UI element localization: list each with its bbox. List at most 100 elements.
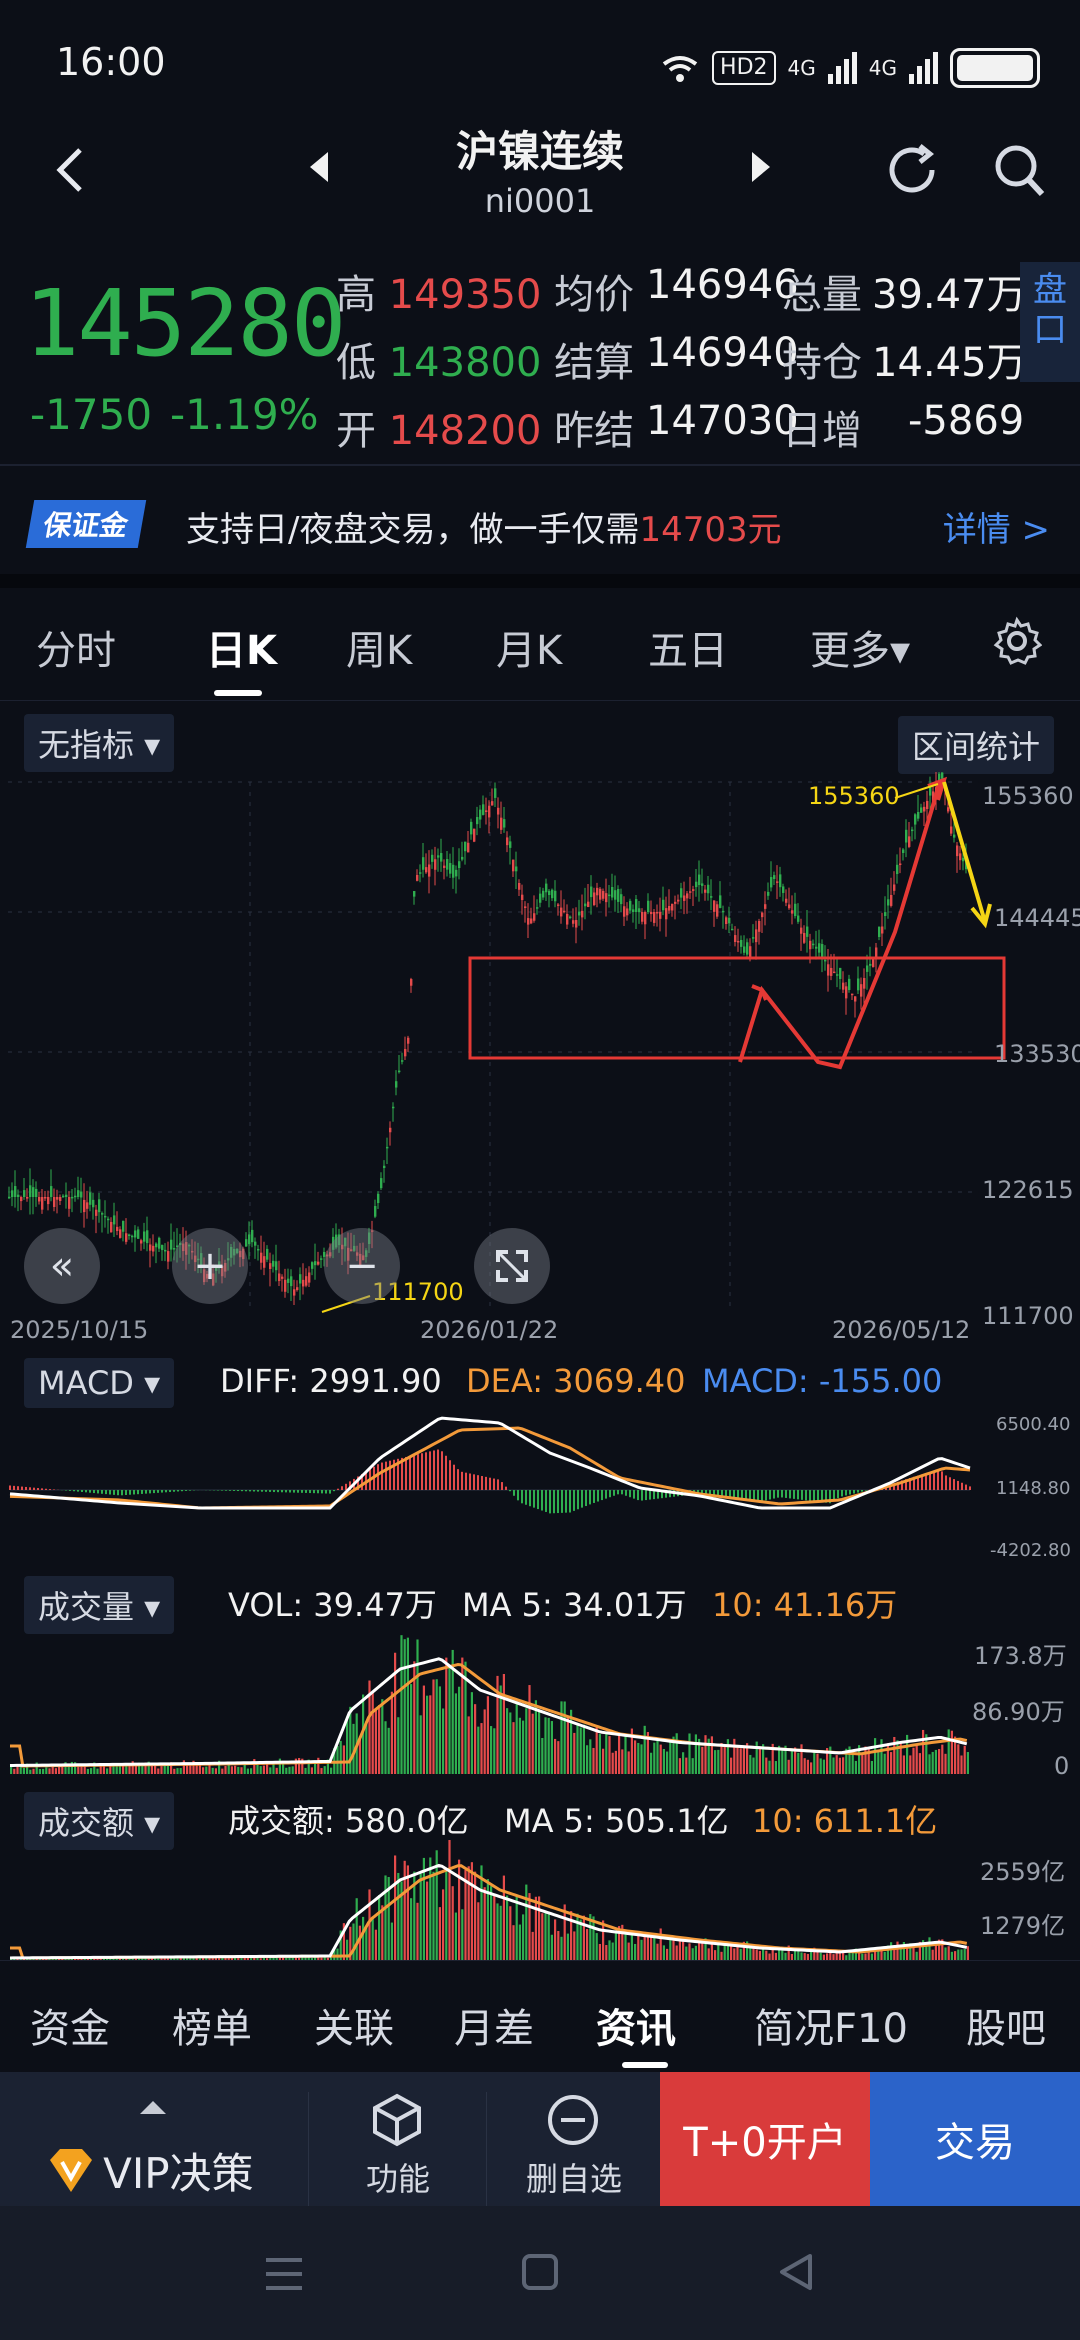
banner-detail-link[interactable]: 详情 > xyxy=(943,502,1050,551)
volume-bar xyxy=(701,1746,704,1774)
tab-daily-k[interactable]: 日K xyxy=(206,618,277,676)
candle-body xyxy=(788,904,791,909)
candle-body xyxy=(437,855,440,858)
volume-bar xyxy=(509,1712,512,1774)
value-high: 149350 xyxy=(388,272,542,318)
tab-news[interactable]: 资讯 xyxy=(596,1996,676,2054)
amount-bar xyxy=(352,1923,355,1960)
candle-body xyxy=(404,1049,407,1057)
tab-five-day[interactable]: 五日 xyxy=(648,618,728,676)
volume-bar xyxy=(32,1768,35,1774)
volume-bar xyxy=(45,1767,48,1774)
volume-bar xyxy=(480,1723,483,1774)
tab-forum[interactable]: 股吧 xyxy=(966,1996,1046,2054)
amount-bar xyxy=(509,1906,512,1960)
indicator-selector[interactable]: 无指标 ▾ xyxy=(24,714,175,772)
volume-bar xyxy=(416,1639,419,1774)
expand-up-icon[interactable] xyxy=(138,2098,168,2120)
range-stats-button[interactable]: 区间统计 xyxy=(898,716,1055,774)
tab-monthly-k[interactable]: 月K xyxy=(496,618,562,676)
amount-bar xyxy=(688,1943,691,1960)
menu-nav-button[interactable] xyxy=(262,2254,306,2298)
candle-body xyxy=(623,906,626,917)
signal-icon-2 xyxy=(909,52,938,84)
amount-bar xyxy=(490,1886,493,1960)
candle-body xyxy=(779,874,782,888)
y-label-3: 122615 xyxy=(982,1176,1074,1204)
candle-body xyxy=(899,863,902,865)
volume-bar xyxy=(230,1766,233,1774)
amount-chart[interactable] xyxy=(0,1840,1080,1960)
candle-body xyxy=(860,984,863,997)
fullscreen-button[interactable] xyxy=(474,1228,550,1304)
candle-body xyxy=(524,906,527,908)
volume-bar xyxy=(947,1729,950,1774)
candle-body xyxy=(602,890,605,899)
candle-body xyxy=(731,928,734,931)
volume-bar xyxy=(861,1754,864,1774)
refresh-button[interactable] xyxy=(880,138,944,206)
tab-funds[interactable]: 资金 xyxy=(30,1996,110,2054)
high-price-annotation: 155360 xyxy=(808,782,900,810)
candle-body xyxy=(263,1256,266,1268)
volume-bar xyxy=(224,1765,227,1774)
candle-body xyxy=(509,841,512,848)
amount-bar xyxy=(432,1871,435,1960)
candle-body xyxy=(584,903,587,907)
amount-bar xyxy=(461,1909,464,1960)
volume-bar xyxy=(669,1740,672,1774)
vip-label: VIP决策 xyxy=(103,2149,254,2198)
tab-more[interactable]: 更多▾ xyxy=(810,618,910,676)
candle-body xyxy=(476,817,479,825)
amount-bar xyxy=(381,1905,384,1960)
tab-rankings[interactable]: 榜单 xyxy=(172,1996,252,2054)
banner-message: 支持日/夜盘交易，做一手仅需 xyxy=(186,510,640,550)
candle-body xyxy=(446,859,449,870)
volume-chart[interactable] xyxy=(0,1624,1080,1780)
candle-body xyxy=(503,819,506,828)
candle-body xyxy=(398,1070,401,1073)
volume-bar xyxy=(832,1757,835,1774)
order-book-toggle[interactable]: 盘口 xyxy=(1020,262,1080,382)
candle-body xyxy=(128,1234,131,1237)
function-button[interactable]: 功能 xyxy=(308,2092,487,2206)
candle-body xyxy=(902,849,905,853)
zoom-out-button[interactable]: − xyxy=(324,1228,400,1304)
candle-body xyxy=(434,859,437,870)
tab-related[interactable]: 关联 xyxy=(314,1996,394,2054)
amount-bar xyxy=(758,1950,761,1960)
candle-body xyxy=(401,1060,404,1062)
next-contract-button[interactable] xyxy=(748,150,774,188)
candle-body xyxy=(692,889,695,891)
tab-intraday[interactable]: 分时 xyxy=(36,618,116,676)
candle-body xyxy=(755,929,758,943)
vip-decision-button[interactable]: VIP决策 xyxy=(44,2140,254,2201)
tab-month-spread[interactable]: 月差 xyxy=(454,1996,534,2054)
scroll-left-button[interactable]: « xyxy=(24,1228,100,1304)
candle-body xyxy=(62,1195,65,1198)
volume-bar xyxy=(870,1760,873,1774)
volume-bar xyxy=(909,1755,912,1774)
remove-watchlist-button[interactable]: 删自选 xyxy=(486,2092,661,2206)
volume-bar xyxy=(560,1701,563,1774)
high-annotation-leader xyxy=(894,783,939,799)
candle-body xyxy=(38,1197,41,1202)
volume-bar xyxy=(125,1765,128,1774)
macd-chart[interactable] xyxy=(0,1408,1080,1568)
candle-body xyxy=(407,1037,410,1044)
zoom-in-button[interactable]: + xyxy=(172,1228,248,1304)
candle-body xyxy=(164,1249,167,1252)
back-nav-button[interactable] xyxy=(776,2252,816,2296)
trade-button[interactable]: 交易 xyxy=(870,2072,1080,2206)
volume-bar xyxy=(918,1753,921,1774)
search-button[interactable] xyxy=(990,138,1050,206)
macd-selector[interactable]: MACD ▾ xyxy=(24,1358,175,1408)
open-account-button[interactable]: T+0开户 xyxy=(660,2072,870,2206)
chart-settings-button[interactable] xyxy=(992,616,1043,670)
amount-bar xyxy=(883,1951,886,1960)
tab-weekly-k[interactable]: 周K xyxy=(346,618,412,676)
home-nav-button[interactable] xyxy=(520,2252,560,2296)
tab-profile-f10[interactable]: 简况F10 xyxy=(754,1996,908,2054)
amount-bar xyxy=(573,1931,576,1960)
volume-bar xyxy=(854,1760,857,1774)
